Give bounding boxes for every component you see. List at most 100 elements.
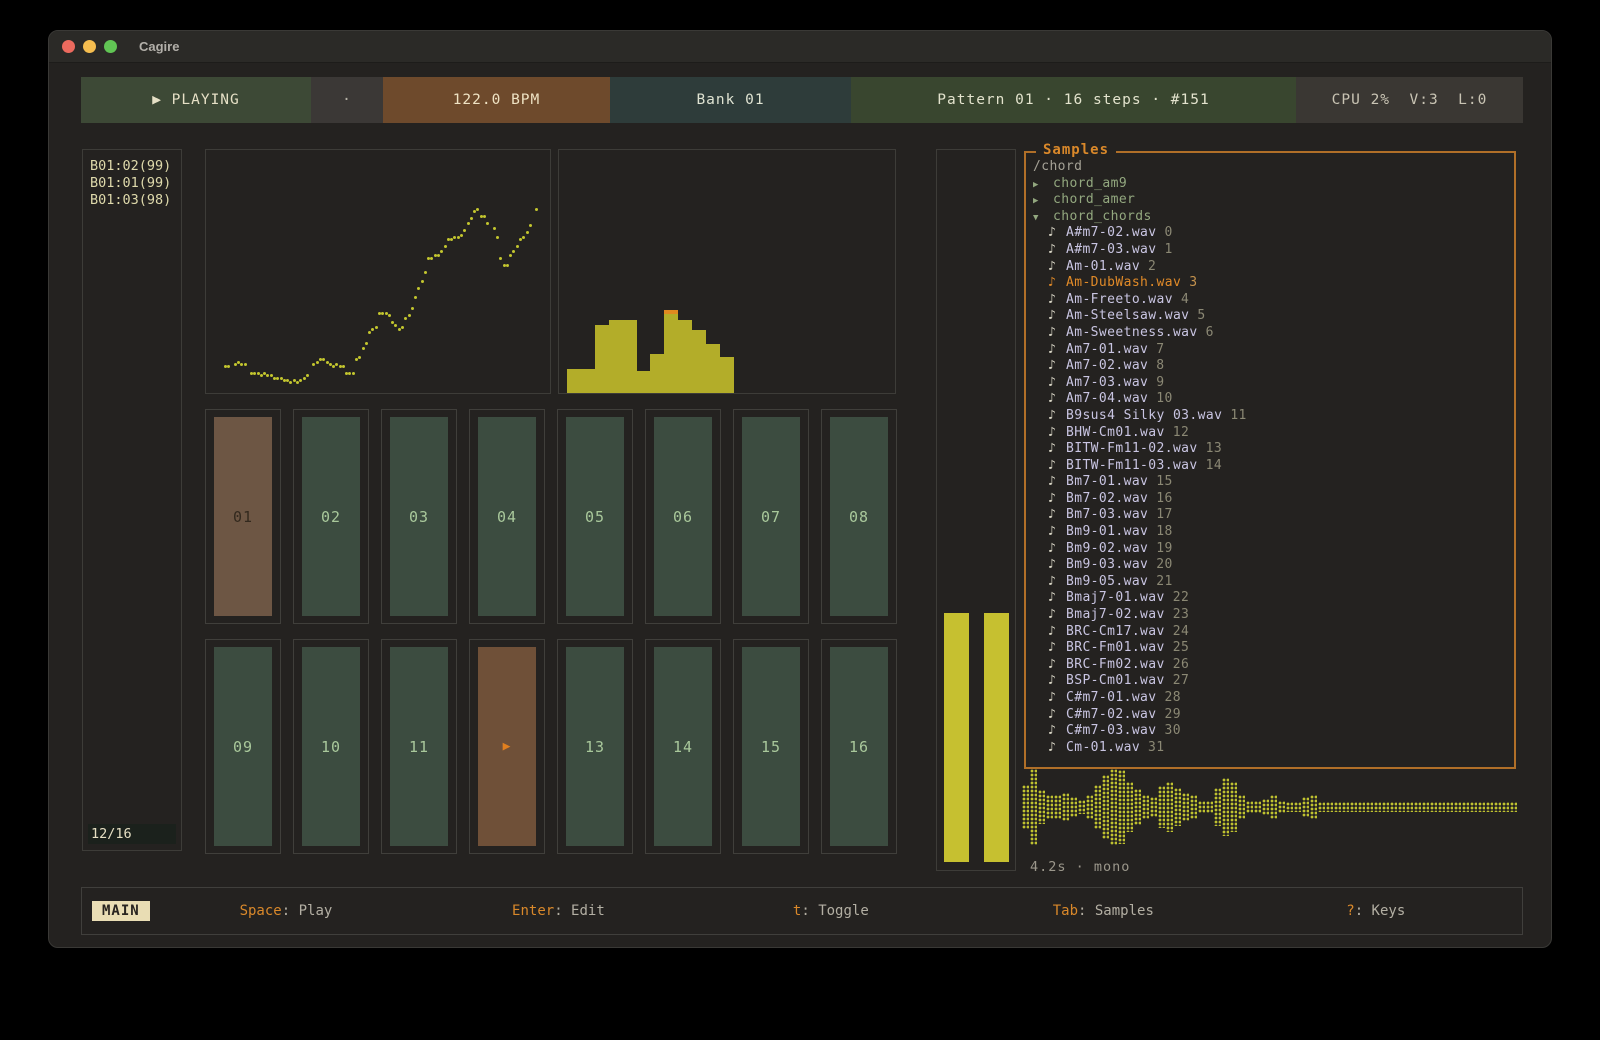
file-row[interactable]: ♪BRC-Cm17.wav24	[1033, 624, 1514, 641]
status-segment-dot[interactable]: ·	[311, 77, 383, 123]
pad-14[interactable]: 14	[645, 639, 721, 854]
pad-surface: 13	[566, 647, 624, 846]
pad-label: 15	[761, 738, 781, 756]
waveform-column	[1134, 789, 1141, 826]
file-row[interactable]: ♪Am7-03.wav9	[1033, 375, 1514, 392]
waveform-column	[1286, 802, 1293, 812]
waveform-column	[1166, 782, 1173, 832]
data-point	[316, 361, 319, 364]
pad-08[interactable]: 08	[821, 409, 897, 624]
vu-bar-1	[944, 613, 969, 862]
pad-15[interactable]: 15	[733, 639, 809, 854]
file-row[interactable]: ♪B9sus4 Silky 03.wav11	[1033, 408, 1514, 425]
file-row[interactable]: ♪A#m7-02.wav0	[1033, 225, 1514, 242]
pad-surface: 02	[302, 417, 360, 616]
file-row[interactable]: ♪Bm9-03.wav20	[1033, 557, 1514, 574]
file-name: Bmaj7-02.wav	[1066, 607, 1165, 624]
file-row[interactable]: ♪Am-Sweetness.wav6	[1033, 325, 1514, 342]
data-point	[253, 372, 256, 375]
waveform-column	[1382, 802, 1389, 812]
file-row[interactable]: ♪C#m7-03.wav30	[1033, 723, 1514, 740]
data-point	[358, 356, 361, 359]
file-row[interactable]: ♪BSP-Cm01.wav27	[1033, 673, 1514, 690]
file-row[interactable]: ♪C#m7-01.wav28	[1033, 690, 1514, 707]
file-index: 20	[1156, 557, 1172, 574]
histogram-bar	[678, 320, 692, 393]
file-row[interactable]: ♪BHW-Cm01.wav12	[1033, 425, 1514, 442]
pad-05[interactable]: 05	[557, 409, 633, 624]
file-row[interactable]: ♪Bm9-05.wav21	[1033, 574, 1514, 591]
data-point	[437, 254, 440, 257]
pad-09[interactable]: 09	[205, 639, 281, 854]
file-row[interactable]: ♪Bmaj7-01.wav22	[1033, 590, 1514, 607]
file-row[interactable]: ♪Am7-01.wav7	[1033, 342, 1514, 359]
maximize-window-button[interactable]	[104, 40, 117, 53]
file-index: 19	[1156, 541, 1172, 558]
pad-03[interactable]: 03	[381, 409, 457, 624]
data-point	[408, 314, 411, 317]
data-point	[424, 271, 427, 274]
data-point	[411, 307, 414, 310]
file-row[interactable]: ♪Am7-02.wav8	[1033, 358, 1514, 375]
waveform-column	[1494, 802, 1501, 812]
status-segment-bank[interactable]: Bank 01	[610, 77, 851, 123]
file-name: BSP-Cm01.wav	[1066, 673, 1165, 690]
file-row[interactable]: ♪C#m7-02.wav29	[1033, 707, 1514, 724]
file-row[interactable]: ♪Bm7-03.wav17	[1033, 507, 1514, 524]
file-row[interactable]: ♪BITW-Fm11-03.wav14	[1033, 458, 1514, 475]
file-row[interactable]: ♪Am-Freeto.wav4	[1033, 292, 1514, 309]
file-row[interactable]: ♪Bmaj7-02.wav23	[1033, 607, 1514, 624]
file-index: 23	[1173, 607, 1189, 624]
file-row[interactable]: ♪Am-DubWash.wav3	[1033, 275, 1514, 292]
file-row[interactable]: ♪Bm9-01.wav18	[1033, 524, 1514, 541]
pad-02[interactable]: 02	[293, 409, 369, 624]
pad-16[interactable]: 16	[821, 639, 897, 854]
close-window-button[interactable]	[62, 40, 75, 53]
pad-10[interactable]: 10	[293, 639, 369, 854]
histogram-bar	[609, 320, 623, 393]
status-segment-bpm[interactable]: 122.0 BPM	[383, 77, 610, 123]
status-segment-pattern[interactable]: Pattern 01 · 16 steps · #151	[851, 77, 1296, 123]
pad-07[interactable]: 07	[733, 409, 809, 624]
music-note-icon: ♪	[1048, 541, 1058, 558]
sample-tree[interactable]: /chord ▶chord_am9▶chord_amer▼chord_chord…	[1026, 153, 1514, 756]
status-segment-transport[interactable]: ▶ PLAYING	[81, 77, 311, 123]
music-note-icon: ♪	[1048, 707, 1058, 724]
minimize-window-button[interactable]	[83, 40, 96, 53]
file-row[interactable]: ♪Am-Steelsaw.wav5	[1033, 308, 1514, 325]
file-name: BITW-Fm11-02.wav	[1066, 441, 1198, 458]
waveform-column	[1462, 802, 1469, 812]
waveform-column	[1278, 801, 1285, 812]
pad-label: 16	[849, 738, 869, 756]
file-row[interactable]: ♪Am-01.wav2	[1033, 259, 1514, 276]
file-row[interactable]: ♪Am7-04.wav10	[1033, 391, 1514, 408]
data-point	[417, 287, 420, 290]
file-row[interactable]: ♪Cm-01.wav31	[1033, 740, 1514, 757]
pad-12[interactable]: ▶	[469, 639, 545, 854]
file-row[interactable]: ♪BRC-Fm01.wav25	[1033, 640, 1514, 657]
pad-11[interactable]: 11	[381, 639, 457, 854]
waveform-column	[1254, 801, 1261, 812]
waveform-column	[1486, 802, 1493, 812]
file-row[interactable]: ♪BITW-Fm11-02.wav13	[1033, 441, 1514, 458]
chevron-right-icon: ▶	[1033, 177, 1045, 194]
dir-row[interactable]: ▶chord_amer	[1033, 192, 1514, 209]
pad-13[interactable]: 13	[557, 639, 633, 854]
file-row[interactable]: ♪A#m7-03.wav1	[1033, 242, 1514, 259]
file-row[interactable]: ♪Bm7-01.wav15	[1033, 474, 1514, 491]
waveform-column	[1262, 799, 1269, 815]
dir-row[interactable]: ▼chord_chords	[1033, 209, 1514, 226]
file-row[interactable]: ♪BRC-Fm02.wav26	[1033, 657, 1514, 674]
data-point	[227, 365, 230, 368]
pad-04[interactable]: 04	[469, 409, 545, 624]
file-row[interactable]: ♪Bm9-02.wav19	[1033, 541, 1514, 558]
data-point	[365, 342, 368, 345]
pad-label: 02	[321, 508, 341, 526]
dir-row[interactable]: ▶chord_am9	[1033, 176, 1514, 193]
pad-01[interactable]: 01	[205, 409, 281, 624]
pad-06[interactable]: 06	[645, 409, 721, 624]
data-point	[375, 326, 378, 329]
pad-label: 14	[673, 738, 693, 756]
file-row[interactable]: ♪Bm7-02.wav16	[1033, 491, 1514, 508]
file-name: Am7-04.wav	[1066, 391, 1148, 408]
